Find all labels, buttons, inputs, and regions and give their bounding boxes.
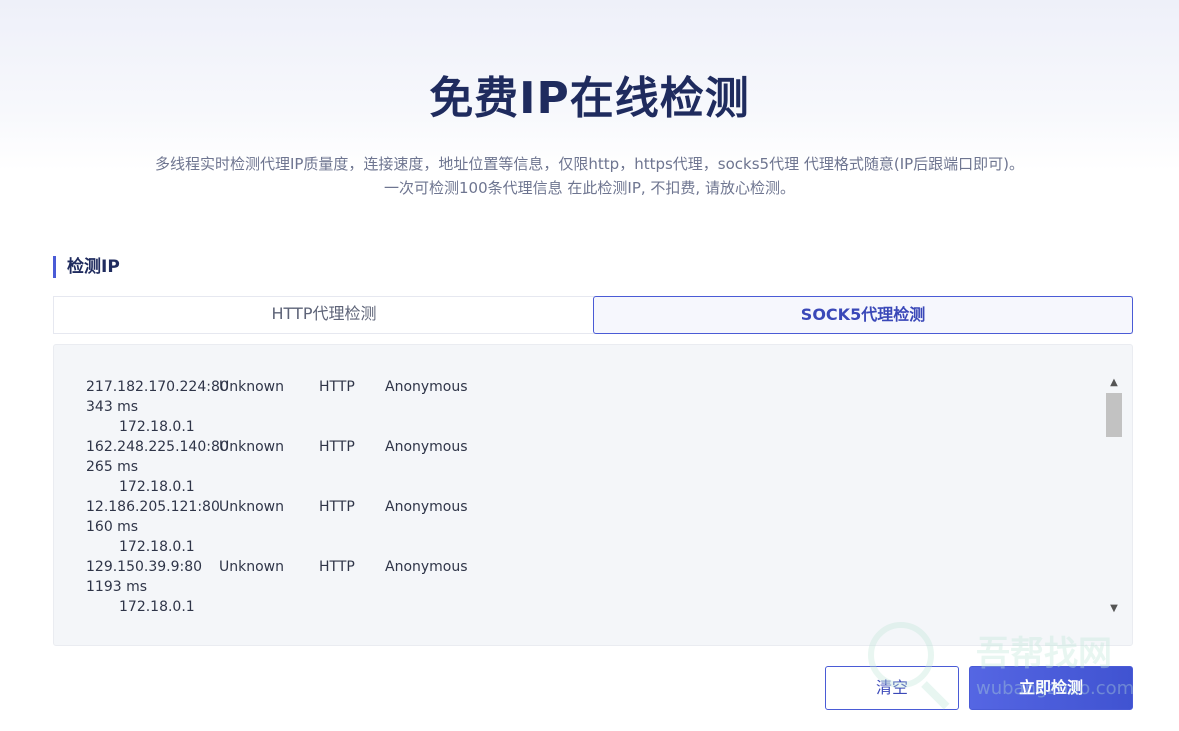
proxy-anonymity: Anonymous (385, 439, 468, 455)
proxy-anonymity: Anonymous (385, 559, 468, 575)
proxy-origin-ip: 172.18.0.1 (119, 479, 195, 495)
list-item: 217.182.170.224:80 Unknown HTTP Anonymou… (86, 377, 1096, 437)
proxy-origin-ip: 172.18.0.1 (119, 599, 195, 615)
proxy-ip: 217.182.170.224:80 (86, 379, 229, 395)
ip-input-textarea[interactable]: 217.182.170.224:80 Unknown HTTP Anonymou… (53, 344, 1133, 646)
proxy-speed: 160 ms (86, 519, 139, 535)
clear-button[interactable]: 清空 (825, 666, 959, 710)
proxy-speed: 343 ms (86, 399, 139, 415)
proxy-protocol: HTTP (319, 439, 355, 455)
tab-socks5-check[interactable]: SOCK5代理检测 (593, 296, 1133, 334)
check-now-button[interactable]: 立即检测 (969, 666, 1133, 710)
scroll-up-arrow-icon[interactable]: ▲ (1105, 375, 1123, 391)
tab-http-check[interactable]: HTTP代理检测 (54, 296, 594, 334)
scroll-thumb[interactable] (1106, 393, 1122, 437)
proxy-location: Unknown (219, 559, 284, 575)
proxy-type-tabs: HTTP代理检测 SOCK5代理检测 (53, 296, 1133, 334)
vertical-scrollbar[interactable]: ▲ ▼ (1105, 375, 1123, 617)
proxy-origin-ip: 172.18.0.1 (119, 419, 195, 435)
proxy-location: Unknown (219, 379, 284, 395)
result-list: 217.182.170.224:80 Unknown HTTP Anonymou… (86, 377, 1096, 621)
proxy-speed: 1193 ms (86, 579, 148, 595)
list-item: 162.248.225.140:80 Unknown HTTP Anonymou… (86, 437, 1096, 497)
proxy-ip: 129.150.39.9:80 (86, 559, 203, 575)
proxy-ip: 12.186.205.121:80 (86, 499, 220, 515)
list-item: 12.186.205.121:80 Unknown HTTP Anonymous… (86, 497, 1096, 557)
page-title: 免费IP在线检测 (429, 73, 750, 124)
proxy-location: Unknown (219, 439, 284, 455)
proxy-anonymity: Anonymous (385, 499, 468, 515)
proxy-origin-ip: 172.18.0.1 (119, 539, 195, 555)
proxy-protocol: HTTP (319, 499, 355, 515)
proxy-protocol: HTTP (319, 379, 355, 395)
scroll-down-arrow-icon[interactable]: ▼ (1105, 601, 1123, 617)
proxy-protocol: HTTP (319, 559, 355, 575)
page-description-line2: 一次可检测100条代理信息 在此检测IP, 不扣费, 请放心检测。 (384, 179, 795, 197)
proxy-speed: 265 ms (86, 459, 139, 475)
proxy-anonymity: Anonymous (385, 379, 468, 395)
section-title: 检测IP (53, 256, 120, 278)
page-description-line1: 多线程实时检测代理IP质量度，连接速度，地址位置等信息，仅限http，https… (154, 155, 1025, 173)
list-item: 129.150.39.9:80 Unknown HTTP Anonymous 1… (86, 557, 1096, 617)
proxy-location: Unknown (219, 499, 284, 515)
proxy-ip: 162.248.225.140:80 (86, 439, 229, 455)
